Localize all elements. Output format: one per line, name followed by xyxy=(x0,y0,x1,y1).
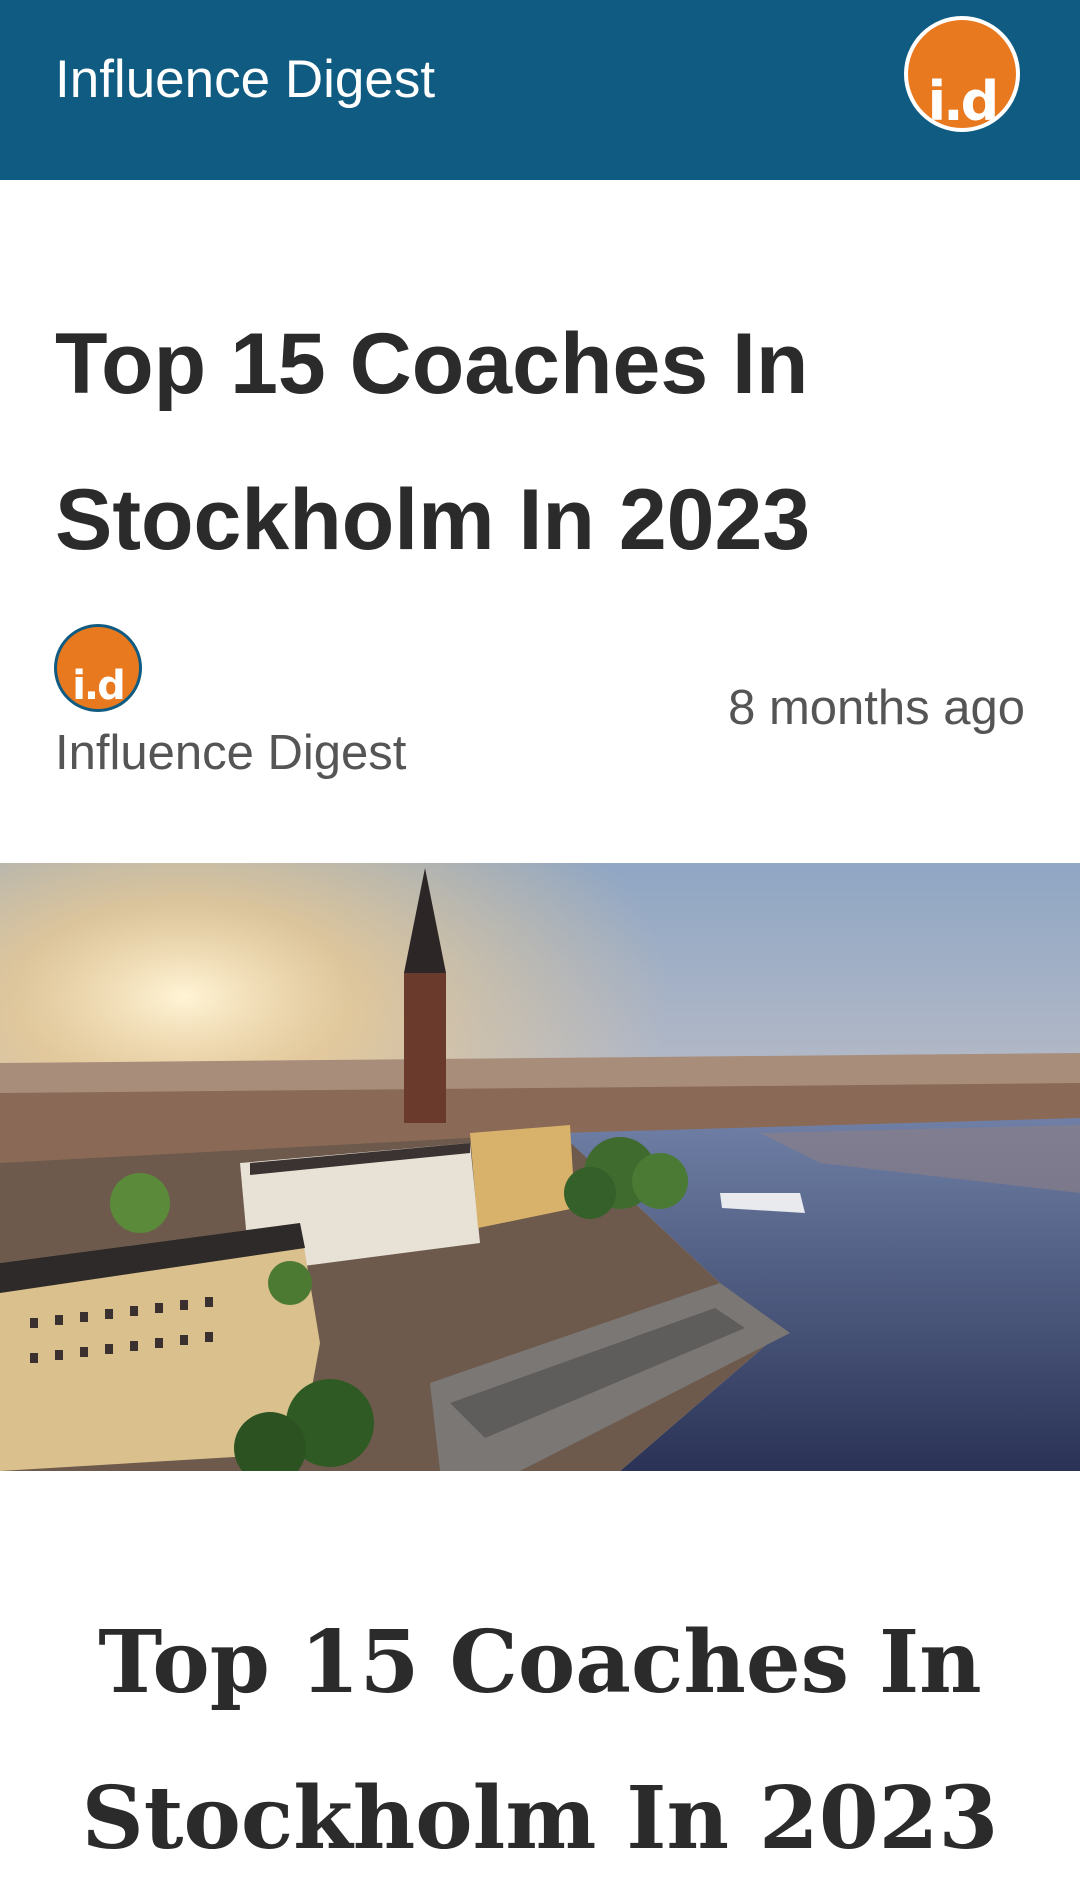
author-avatar[interactable]: i.d xyxy=(54,624,142,712)
article-title: Top 15 Coaches In Stockholm In 2023 xyxy=(55,316,811,568)
author-logo-text: i.d xyxy=(72,663,126,709)
app-title[interactable]: Influence Digest xyxy=(55,44,435,116)
published-time: 8 months ago xyxy=(728,681,1025,735)
logo-text: i.d xyxy=(927,70,1000,132)
author-name[interactable]: Influence Digest xyxy=(55,725,406,781)
site-logo[interactable]: i.d xyxy=(904,16,1020,132)
stockholm-city-image xyxy=(0,863,1080,1471)
app-bar: Influence Digest i.d xyxy=(0,0,1080,180)
hero-image xyxy=(0,863,1080,1471)
article-body-heading: Top 15 Coaches In Stockholm In 2023 xyxy=(81,1612,999,1869)
